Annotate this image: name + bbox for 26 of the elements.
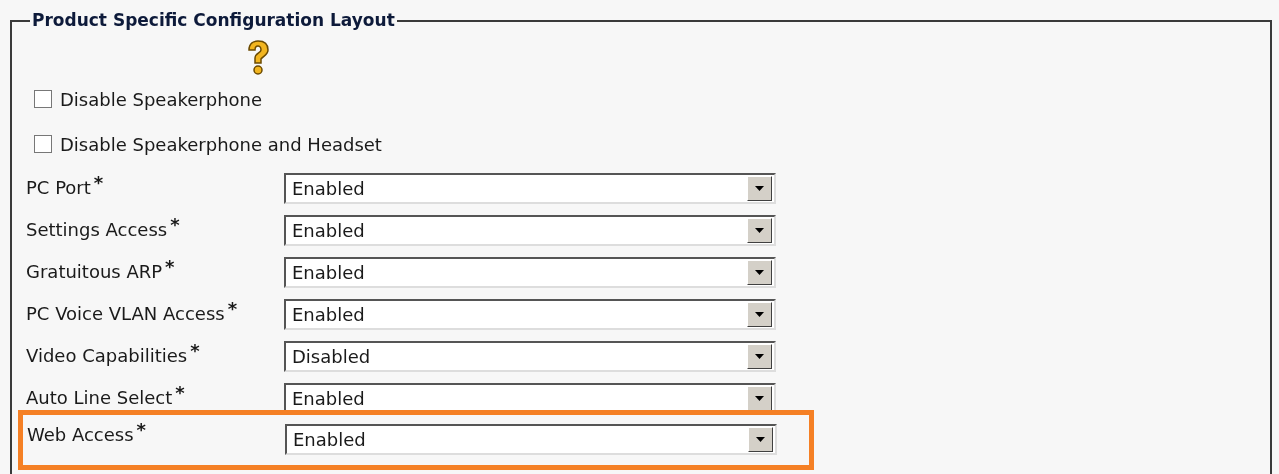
checkbox-label: Disable Speakerphone and Headset: [60, 132, 382, 157]
checkbox[interactable]: [34, 135, 52, 153]
section-title: Product Specific Configuration Layout: [31, 9, 396, 32]
checkbox-label: Disable Speakerphone: [60, 87, 263, 112]
dropdown[interactable]: Enabled: [284, 257, 776, 288]
required-mark: *: [165, 257, 175, 276]
dropdown[interactable]: Enabled: [284, 299, 776, 330]
field-label: Gratuitous ARP: [26, 259, 163, 284]
dropdown[interactable]: Enabled: [285, 424, 777, 455]
required-mark: *: [190, 341, 200, 360]
field-label: Auto Line Select: [26, 385, 173, 410]
field-label: Web Access: [27, 422, 134, 447]
field-label: Video Capabilities: [26, 343, 188, 368]
field-label: Settings Access: [26, 217, 168, 242]
help-icon[interactable]: [246, 39, 270, 76]
dropdown[interactable]: Enabled: [284, 215, 776, 246]
required-mark: *: [93, 173, 104, 192]
checkbox[interactable]: [34, 90, 52, 108]
required-mark: *: [170, 215, 180, 234]
required-mark: *: [136, 420, 146, 439]
required-mark: *: [175, 383, 185, 402]
required-mark: *: [227, 299, 238, 318]
field-label: PC Port: [26, 175, 91, 200]
dropdown[interactable]: Enabled: [284, 173, 776, 204]
dropdown[interactable]: Disabled: [284, 341, 776, 372]
field-label: PC Voice VLAN Access: [26, 301, 225, 326]
